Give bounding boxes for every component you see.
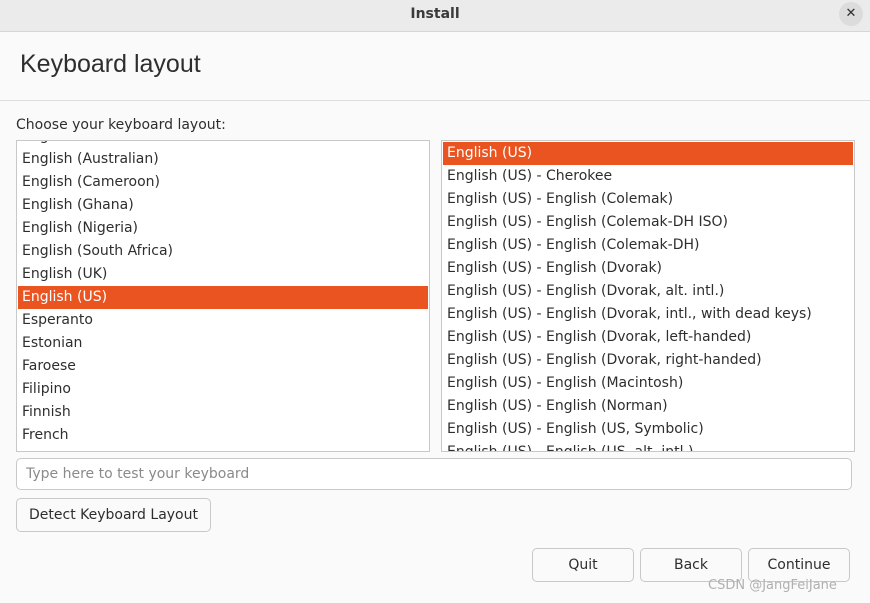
- variant-list-item[interactable]: English (US) - English (Dvorak, right-ha…: [443, 349, 853, 372]
- layout-list-item[interactable]: Filipino: [18, 378, 428, 401]
- variant-list-item[interactable]: English (US) - English (Colemak-DH): [443, 234, 853, 257]
- detect-keyboard-layout-button[interactable]: Detect Keyboard Layout: [16, 498, 211, 532]
- layout-list-item[interactable]: English: [18, 141, 428, 148]
- title-bar: Install ✕: [0, 0, 870, 32]
- layout-list-item[interactable]: Estonian: [18, 332, 428, 355]
- keyboard-layout-list[interactable]: EnglishEnglish (Australian)English (Came…: [16, 140, 430, 452]
- watermark: CSDN @JangFeiJane: [708, 578, 837, 593]
- variant-list-item[interactable]: English (US) - English (Colemak-DH ISO): [443, 211, 853, 234]
- close-icon[interactable]: ✕: [839, 2, 863, 26]
- layout-list-item[interactable]: English (South Africa): [18, 240, 428, 263]
- variant-list-item[interactable]: English (US) - English (Dvorak, intl., w…: [443, 303, 853, 326]
- window-title: Install: [410, 6, 460, 22]
- variant-list-item[interactable]: English (US): [443, 142, 853, 165]
- variant-list-item[interactable]: English (US) - English (Macintosh): [443, 372, 853, 395]
- layout-list-item[interactable]: Faroese: [18, 355, 428, 378]
- back-button[interactable]: Back: [640, 548, 742, 582]
- layout-list-rows: EnglishEnglish (Australian)English (Came…: [18, 141, 428, 451]
- layout-list-item[interactable]: English (Cameroon): [18, 171, 428, 194]
- layout-list-item[interactable]: English (UK): [18, 263, 428, 286]
- header-divider: [0, 100, 870, 101]
- variant-list-rows: English (US) English (US) - Cherokee Engli…: [443, 142, 853, 451]
- keyboard-test-input[interactable]: [16, 458, 852, 490]
- keyboard-variant-list[interactable]: English (US) English (US) - Cherokee Engli…: [441, 140, 855, 452]
- quit-button[interactable]: Quit: [532, 548, 634, 582]
- variant-list-item[interactable]: English (US) - English (Dvorak, alt. int…: [443, 280, 853, 303]
- continue-button[interactable]: Continue: [748, 548, 850, 582]
- layout-list-item[interactable]: Esperanto: [18, 309, 428, 332]
- variant-list-item[interactable]: English (US) - English (US, alt. intl.): [443, 441, 853, 451]
- layout-prompt-label: Choose your keyboard layout:: [16, 117, 226, 133]
- variant-list-item[interactable]: English (US) - English (Dvorak, left-han…: [443, 326, 853, 349]
- variant-list-item[interactable]: English (US) - English (Norman): [443, 395, 853, 418]
- variant-list-item[interactable]: English (US) - English (Dvorak): [443, 257, 853, 280]
- page-title: Keyboard layout: [20, 50, 201, 78]
- layout-list-item[interactable]: English (US): [18, 286, 428, 309]
- layout-list-item[interactable]: English (Ghana): [18, 194, 428, 217]
- layout-list-item[interactable]: Finnish: [18, 401, 428, 424]
- variant-list-item[interactable]: English (US) - English (Colemak): [443, 188, 853, 211]
- layout-list-item[interactable]: French: [18, 424, 428, 447]
- layout-list-item[interactable]: English (Nigeria): [18, 217, 428, 240]
- layout-list-item[interactable]: English (Australian): [18, 148, 428, 171]
- layout-list-item[interactable]: French (Canada): [18, 447, 428, 451]
- variant-list-item[interactable]: English (US) - Cherokee: [443, 165, 853, 188]
- variant-list-item[interactable]: English (US) - English (US, Symbolic): [443, 418, 853, 441]
